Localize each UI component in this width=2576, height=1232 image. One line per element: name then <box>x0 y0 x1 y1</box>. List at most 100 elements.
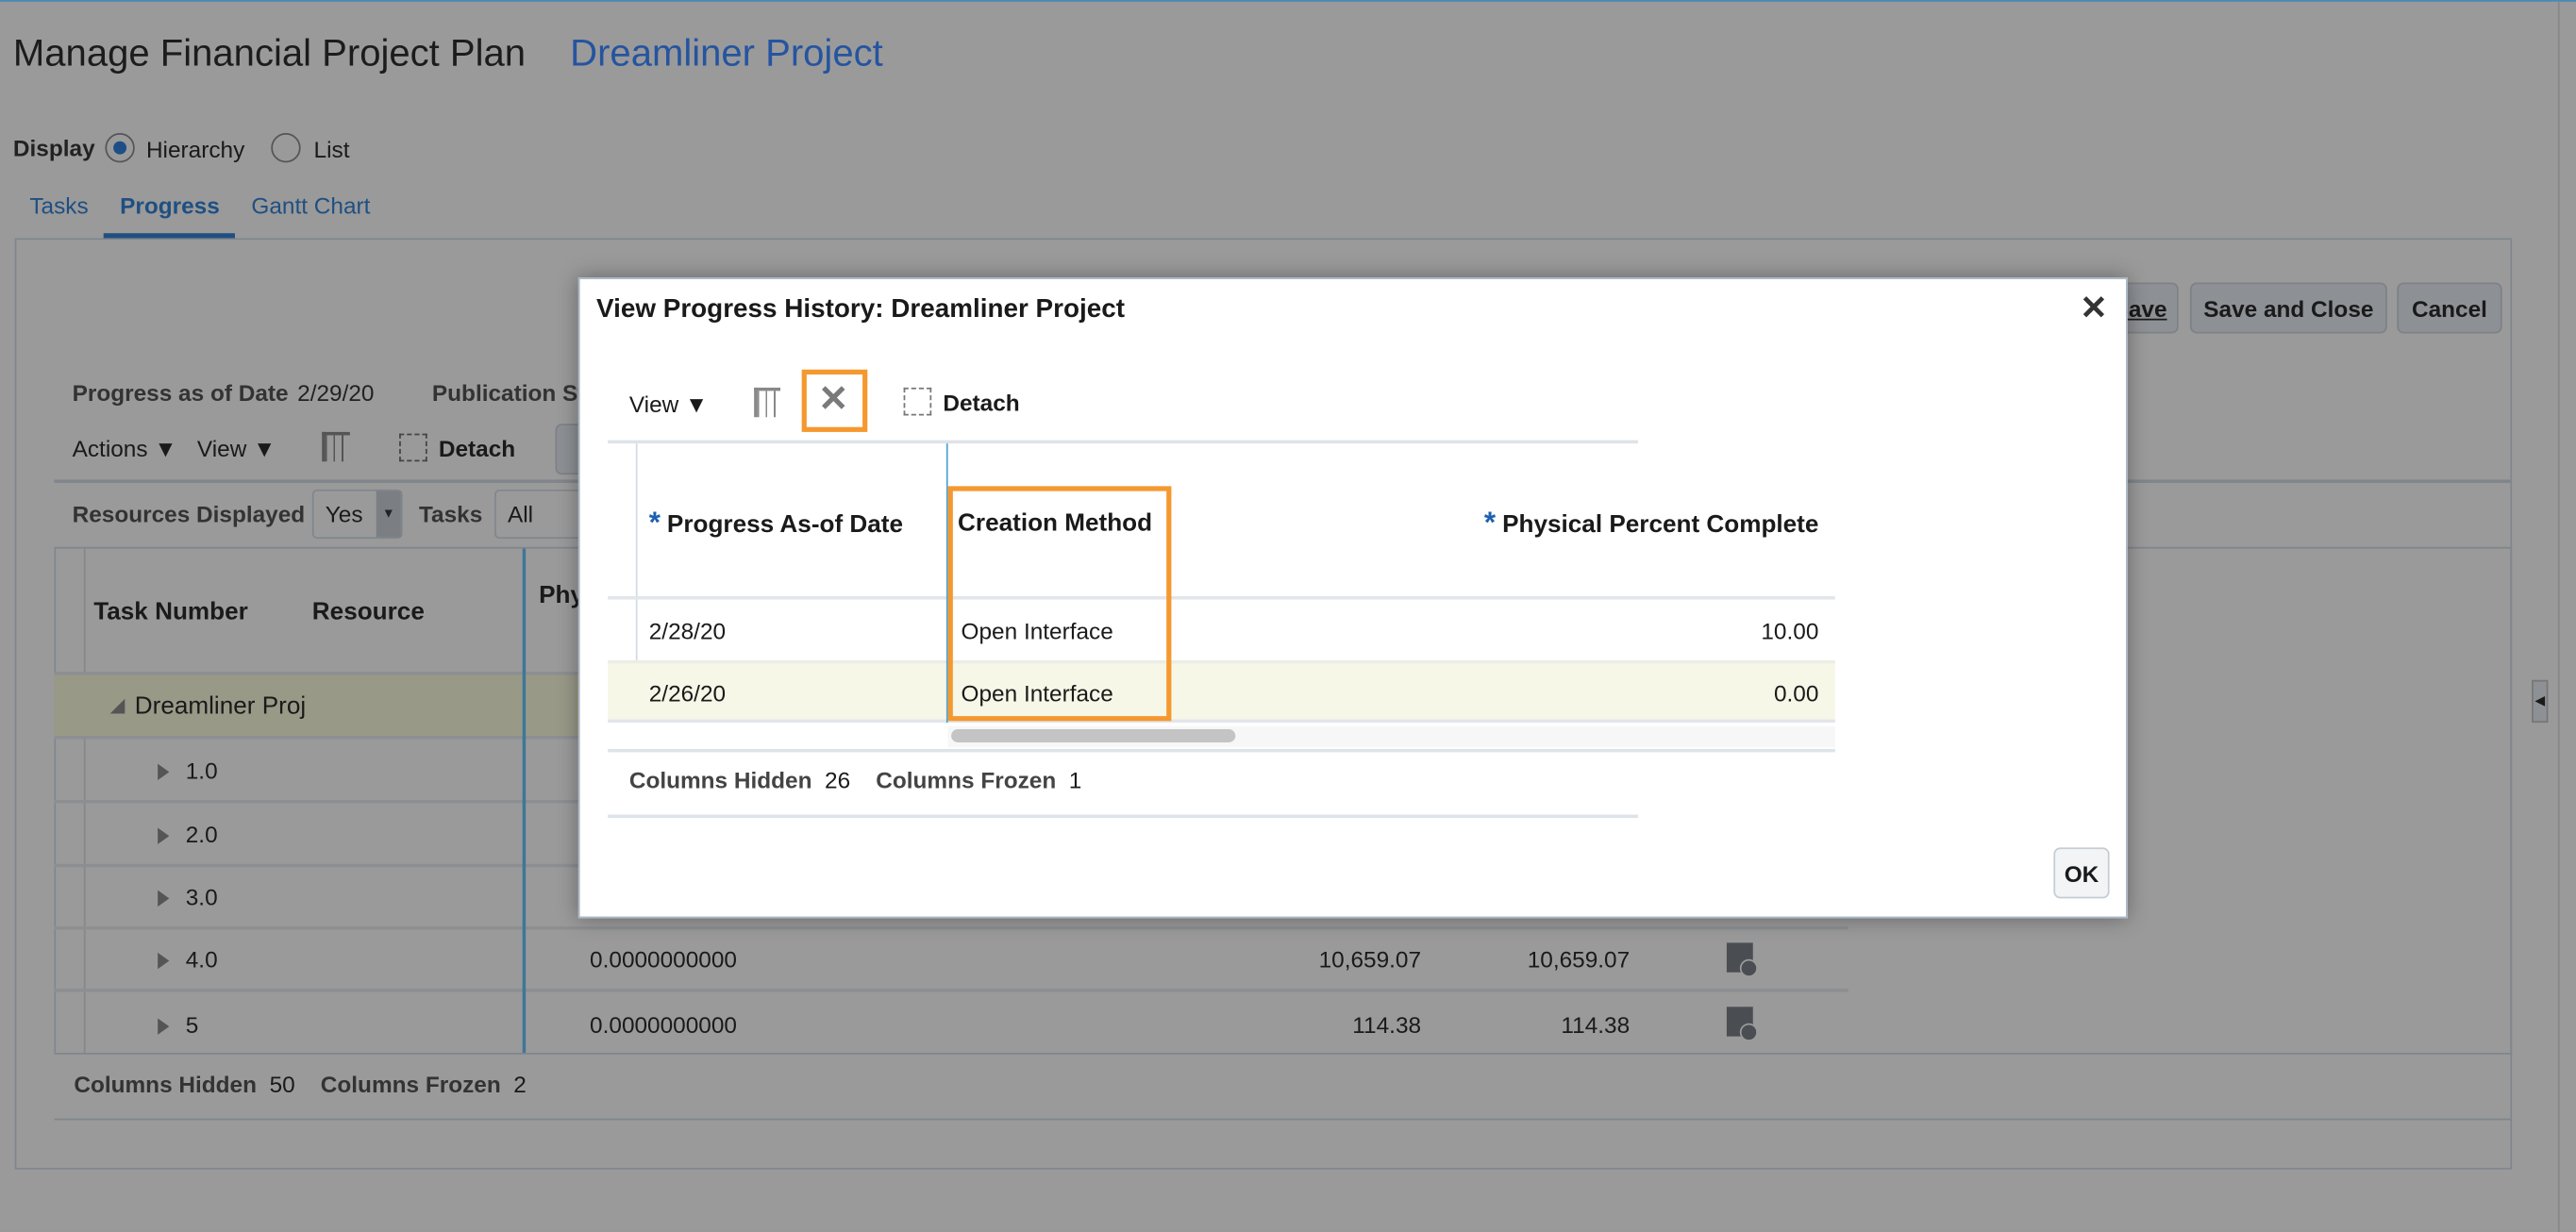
task-cell: 1.0 <box>158 756 218 783</box>
percent-cell: 10.00 <box>1761 617 1819 644</box>
expand-icon[interactable] <box>158 952 170 969</box>
required-icon: * <box>1483 506 1497 540</box>
page-title: Manage Financial Project Plan <box>12 31 527 75</box>
date-cell: 2/28/20 <box>648 617 727 644</box>
header-progress-date[interactable]: * Progress As-of Date <box>649 506 903 541</box>
percent-cell: 0.00 <box>1773 679 1819 707</box>
view-menu[interactable]: View ▼ <box>629 391 708 417</box>
display-label: Display <box>12 134 95 161</box>
radio-list-label: List <box>313 136 350 163</box>
header-physical-percent[interactable]: * Physical Percent Complete <box>1484 506 1818 541</box>
freeze-icon[interactable] <box>754 387 781 418</box>
expand-icon[interactable] <box>158 1018 170 1035</box>
radio-list[interactable] <box>271 133 301 163</box>
view-label: View <box>628 391 679 418</box>
save-and-close-button[interactable]: Save and Close <box>2189 282 2387 334</box>
ok-button[interactable]: OK <box>2053 847 2110 899</box>
radio-hierarchy-label: Hierarchy <box>145 136 245 163</box>
columns-hidden-value: 50 <box>269 1071 295 1098</box>
columns-hidden-label: Columns Hidden <box>628 767 812 793</box>
required-icon: * <box>648 506 661 540</box>
view-menu[interactable]: View ▼ <box>197 435 276 461</box>
columns-hidden-value: 26 <box>825 767 851 793</box>
expand-icon[interactable] <box>158 827 170 844</box>
task-cell: 3.0 <box>158 882 218 909</box>
columns-hidden-label: Columns Hidden <box>74 1071 258 1098</box>
task-number: 4.0 <box>185 945 218 972</box>
header-resource[interactable]: Resource <box>312 598 425 626</box>
frozen-column-divider <box>522 548 527 1054</box>
horizontal-scrollbar[interactable] <box>947 725 1835 748</box>
cancel-button[interactable]: Cancel <box>2397 282 2502 334</box>
tab-tasks[interactable]: Tasks <box>29 192 88 219</box>
resources-displayed-label: Resources Displayed <box>72 501 306 527</box>
detach-button[interactable]: Detach <box>943 390 1019 416</box>
chevron-down-icon: ▼ <box>154 435 177 462</box>
amount-cell: 114.38 <box>1561 1010 1631 1038</box>
progress-date-label: Progress as of Date <box>72 379 289 407</box>
close-icon[interactable]: ✕ <box>2080 288 2107 329</box>
tab-gantt-chart[interactable]: Gantt Chart <box>251 192 370 219</box>
divider <box>608 748 1835 753</box>
task-number: 3.0 <box>185 882 218 909</box>
radio-hierarchy[interactable] <box>105 133 135 163</box>
collapse-icon[interactable] <box>109 697 125 713</box>
ok-label: OK <box>2064 859 2099 887</box>
task-cell: Dreamliner Proj <box>109 691 307 720</box>
task-cell: 2.0 <box>158 820 218 847</box>
view-label: View <box>196 435 247 462</box>
progress-date-value: 2/29/20 <box>297 379 375 407</box>
task-number: 2.0 <box>185 820 218 847</box>
task-number: 1.0 <box>185 756 218 783</box>
table-row[interactable]: 5 0.0000000000 114.38 114.38 <box>54 992 1848 1057</box>
columns-frozen-value: 2 <box>513 1071 527 1098</box>
table-row[interactable]: 4.0 0.0000000000 10,659.07 10,659.07 <box>54 928 1848 992</box>
collapse-pane-handle[interactable]: ◀ <box>2532 679 2549 724</box>
task-cell: 4.0 <box>158 945 218 972</box>
amount-cell: 10,659.07 <box>1527 945 1631 972</box>
table-row[interactable]: 2/28/20 Open Interface 10.00 <box>608 596 1835 660</box>
save-and-close-label: Save and Close <box>2203 294 2374 322</box>
header-physical[interactable]: Phy <box>539 581 584 609</box>
resources-displayed-select[interactable]: Yes ▼ <box>311 489 403 540</box>
actions-label: Actions <box>72 435 148 462</box>
physical-percent-value: 0.0000000000 <box>590 945 737 972</box>
page: Manage Financial Project Plan Dreamliner… <box>0 0 2576 1232</box>
header-label: Physical Percent Complete <box>1502 510 1819 540</box>
cancel-label: Cancel <box>2411 294 2487 322</box>
date-cell: 2/26/20 <box>648 679 727 707</box>
columns-frozen-value: 1 <box>1068 767 1082 793</box>
freeze-icon[interactable] <box>322 431 350 462</box>
header-task-number[interactable]: Task Number <box>93 598 248 626</box>
task-number: 5 <box>185 1010 199 1038</box>
dialog-title: View Progress History: Dreamliner Projec… <box>596 295 1125 324</box>
chevron-down-icon: ▼ <box>253 435 276 462</box>
table-footer: Columns Hidden 50 Columns Frozen 2 <box>74 1071 527 1097</box>
tab-progress[interactable]: Progress <box>120 192 220 219</box>
amount-cell: 114.38 <box>1352 1010 1422 1038</box>
highlight-box <box>947 486 1172 722</box>
detach-button[interactable]: Detach <box>439 435 515 461</box>
divider <box>54 1118 2511 1121</box>
expand-icon[interactable] <box>158 890 170 907</box>
columns-frozen-label: Columns Frozen <box>876 767 1057 793</box>
dropdown-arrow-icon: ▼ <box>376 491 401 538</box>
header-label: Progress As-of Date <box>666 510 904 540</box>
task-number: Dreamliner Proj <box>134 691 307 720</box>
actions-menu[interactable]: Actions ▼ <box>73 435 177 461</box>
resources-displayed-value: Yes <box>325 501 363 527</box>
progress-history-icon[interactable] <box>1726 942 1758 977</box>
publication-status-label: Publication St <box>431 379 586 407</box>
detach-icon[interactable] <box>903 387 932 416</box>
divider <box>608 814 1638 819</box>
tasks-label: Tasks <box>418 501 483 527</box>
detach-icon[interactable] <box>399 433 427 462</box>
dialog-table-footer: Columns Hidden 26 Columns Frozen 1 <box>629 767 1082 793</box>
progress-history-icon[interactable] <box>1726 1007 1758 1041</box>
scrollbar-thumb[interactable] <box>951 729 1236 742</box>
wrap-icon[interactable]: ✕ <box>818 377 848 420</box>
progress-history-dialog: View Progress History: Dreamliner Projec… <box>577 277 2128 919</box>
task-cell: 5 <box>158 1011 198 1038</box>
expand-icon[interactable] <box>158 763 170 780</box>
table-row[interactable]: 2/26/20 Open Interface 0.00 <box>608 659 1835 724</box>
